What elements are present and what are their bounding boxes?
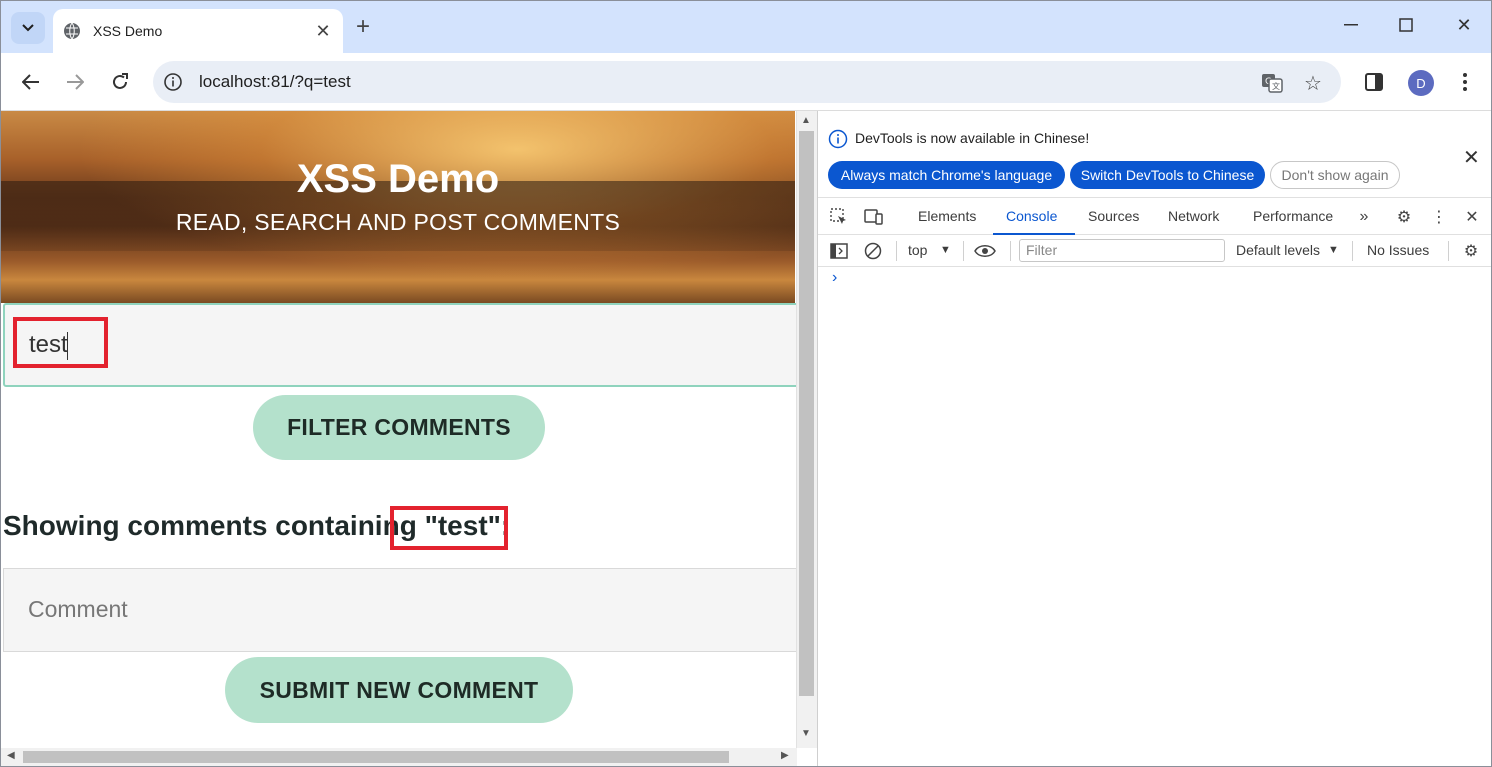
browser-toolbar: localhost:81/?q=test G文 ☆ D (1, 53, 1491, 111)
minimize-icon[interactable] (1337, 11, 1365, 39)
devtools-tabbar: Elements Console Sources Network Perform… (818, 197, 1491, 235)
profile-avatar[interactable]: D (1408, 70, 1434, 96)
vertical-scroll-thumb[interactable] (799, 131, 814, 696)
page-viewport: XSS Demo READ, SEARCH AND POST COMMENTS … (1, 111, 817, 766)
match-language-button[interactable]: Always match Chrome's language (828, 161, 1065, 189)
devtools-close-icon[interactable]: ✕ (1461, 206, 1483, 228)
toolbar-divider (896, 241, 897, 261)
info-icon (828, 129, 848, 149)
switch-to-chinese-button[interactable]: Switch DevTools to Chinese (1070, 161, 1265, 189)
log-levels-dropdown[interactable]: Default levels (1236, 242, 1320, 258)
inspect-element-icon[interactable] (828, 206, 850, 228)
forward-icon[interactable] (60, 67, 90, 97)
address-bar[interactable]: localhost:81/?q=test G文 ☆ (153, 61, 1341, 103)
page-title: XSS Demo (296, 157, 500, 201)
back-icon[interactable] (16, 67, 46, 97)
new-tab-button[interactable]: + (356, 15, 370, 39)
tab-sources[interactable]: Sources (1088, 208, 1139, 224)
hero-banner: XSS Demo READ, SEARCH AND POST COMMENTS (1, 111, 795, 303)
console-toolbar: top ▼ Filter Default levels ▼ No Issues … (818, 235, 1491, 267)
chevron-down-icon (22, 24, 34, 32)
tab-search-button[interactable] (11, 12, 45, 44)
maximize-icon[interactable] (1392, 11, 1420, 39)
scroll-down-icon[interactable]: ▼ (801, 728, 811, 739)
tab-network[interactable]: Network (1168, 208, 1219, 224)
site-info-icon[interactable] (163, 72, 183, 92)
context-selector[interactable]: top (908, 242, 927, 258)
tab-performance[interactable]: Performance (1253, 208, 1333, 224)
clear-console-icon[interactable] (862, 240, 884, 262)
tab-title: XSS Demo (93, 23, 163, 39)
side-panel-icon[interactable] (1359, 67, 1389, 97)
settings-gear-icon[interactable]: ⚙ (1393, 206, 1415, 228)
filter-comments-button[interactable]: FILTER COMMENTS (253, 395, 545, 460)
levels-dropdown-icon[interactable]: ▼ (1328, 244, 1339, 256)
context-dropdown-icon[interactable]: ▼ (940, 244, 951, 256)
toolbar-divider (1352, 241, 1353, 261)
browser-tab[interactable]: XSS Demo ✕ (53, 9, 343, 53)
page-subtitle: READ, SEARCH AND POST COMMENTS (175, 209, 621, 235)
horizontal-scroll-thumb[interactable] (23, 751, 729, 763)
toolbar-divider (963, 241, 964, 261)
scroll-up-icon[interactable]: ▲ (801, 115, 811, 126)
url-text: localhost:81/?q=test (199, 72, 351, 91)
console-prompt[interactable]: › (832, 269, 837, 287)
toolbar-divider (1448, 241, 1449, 261)
tab-elements[interactable]: Elements (918, 208, 976, 224)
issues-counter[interactable]: No Issues (1367, 242, 1429, 258)
banner-close-icon[interactable]: ✕ (1463, 145, 1480, 170)
comment-input[interactable]: Comment (3, 568, 803, 652)
sidebar-toggle-icon[interactable] (828, 240, 850, 262)
toolbar-divider (1010, 241, 1011, 261)
console-settings-icon[interactable]: ⚙ (1460, 240, 1482, 262)
horizontal-scrollbar[interactable]: ◀ ▶ (1, 748, 797, 766)
vertical-scrollbar[interactable]: ▲ ▼ (796, 111, 817, 748)
svg-text:文: 文 (1272, 81, 1280, 91)
comment-placeholder: Comment (28, 596, 128, 622)
tab-close-icon[interactable]: ✕ (313, 21, 333, 42)
tab-strip: XSS Demo ✕ + ✕ (1, 1, 1491, 53)
close-window-icon[interactable]: ✕ (1450, 11, 1478, 39)
banner-message: DevTools is now available in Chinese! (855, 130, 1090, 146)
globe-icon (64, 22, 80, 40)
highlight-box-search (13, 317, 108, 368)
submit-comment-button[interactable]: SUBMIT NEW COMMENT (225, 657, 573, 723)
tab-console[interactable]: Console (1006, 208, 1057, 224)
highlight-box-query (390, 506, 508, 550)
scroll-right-icon[interactable]: ▶ (781, 750, 789, 761)
device-toolbar-icon[interactable] (863, 206, 885, 228)
more-tabs-icon[interactable]: » (1353, 206, 1375, 228)
bookmark-star-icon[interactable]: ☆ (1300, 70, 1326, 96)
browser-window: XSS Demo ✕ + ✕ localhost:81/?q=test G文 ☆ (0, 0, 1492, 767)
menu-kebab-icon[interactable] (1450, 67, 1480, 97)
devtools-panel: DevTools is now available in Chinese! Al… (817, 111, 1491, 766)
reload-icon[interactable] (105, 67, 135, 97)
live-expression-eye-icon[interactable] (974, 240, 996, 262)
dont-show-again-button[interactable]: Don't show again (1270, 161, 1400, 189)
devtools-menu-icon[interactable]: ⋮ (1428, 206, 1450, 228)
scroll-left-icon[interactable]: ◀ (7, 750, 15, 761)
search-input[interactable]: test (3, 303, 803, 387)
language-banner: DevTools is now available in Chinese! Al… (818, 111, 1491, 197)
translate-icon[interactable]: G文 (1259, 70, 1285, 96)
console-filter-input[interactable]: Filter (1019, 239, 1225, 262)
